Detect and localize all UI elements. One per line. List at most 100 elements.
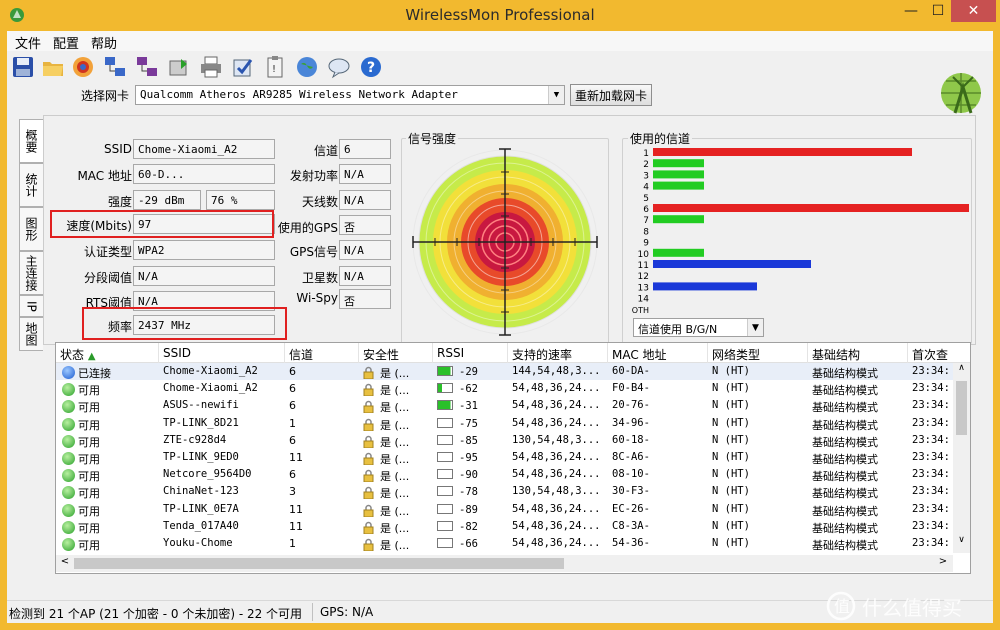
ap-ch-cell: 11 (289, 519, 303, 533)
lock-icon (363, 521, 374, 535)
ap-rssi-cell: -29 (433, 363, 508, 380)
close-button[interactable]: ✕ (951, 0, 996, 22)
horizontal-scroll-thumb[interactable] (74, 558, 564, 569)
ap-rssi-cell: -82 (433, 518, 508, 535)
ap-rssi-text: -95 (459, 452, 478, 464)
tab-statistics[interactable]: 统计 (19, 163, 43, 207)
record-icon[interactable] (71, 55, 97, 81)
ap-status-cell: 可用 (56, 483, 159, 500)
help-icon[interactable]: ? (359, 55, 385, 81)
menu-config[interactable]: 配置 (53, 33, 79, 52)
export-icon[interactable] (167, 55, 193, 81)
ap-row[interactable]: 可用 Chome-Xiaomi_A2 6 是 (... -62 54,48,36,24..… (56, 380, 953, 397)
ap-ssid-cell: Youku-Chome (163, 537, 233, 549)
ap-security-text: 是 (... (380, 539, 410, 552)
rssi-bar (437, 538, 453, 548)
ap-security-cell: 是 (... (359, 363, 433, 380)
col-channel[interactable]: 信道 (285, 343, 359, 363)
ap-security-text: 是 (... (380, 384, 410, 398)
maximize-button[interactable]: ☐ (925, 0, 951, 22)
clipboard-icon[interactable]: ! (263, 55, 289, 81)
chat-icon[interactable] (327, 55, 353, 81)
ap-row[interactable]: 可用 Netcore_9564D0 6 是 (... -90 54,48,36,24...… (56, 466, 953, 483)
tab-map[interactable]: 地图 (19, 317, 43, 351)
ap-infra-cell: 基础结构模式 (812, 539, 878, 552)
tab-summary[interactable]: 概要 (19, 119, 43, 163)
scroll-right-icon[interactable]: > (936, 556, 950, 571)
horizontal-scrollbar[interactable]: < > (56, 555, 953, 572)
menu-help[interactable]: 帮助 (91, 33, 117, 52)
ap-status-text: 可用 (78, 418, 100, 432)
channel-label-11: 11 (638, 261, 649, 271)
ap-list[interactable]: 状态 ▲ SSID 信道 安全性 RSSI 支持的速率 MAC 地址 网络类型 … (55, 342, 971, 574)
adapter-select[interactable]: Qualcomm Atheros AR9285 Wireless Network… (135, 85, 565, 105)
channels-title: 使用的信道 (628, 130, 693, 147)
vertical-scrollbar[interactable]: ∧ ∨ (953, 363, 970, 553)
ap-security-cell: 是 (... (359, 466, 433, 483)
ap-status-cell: 可用 (56, 535, 159, 552)
ap-security-text: 是 (... (380, 401, 410, 415)
channel-label-2: 2 (643, 160, 649, 170)
scroll-up-icon[interactable]: ∧ (956, 363, 967, 379)
title-bar[interactable]: WirelessMon Professional — ☐ ✕ (0, 0, 1000, 31)
col-security[interactable]: 安全性 (359, 343, 433, 363)
available-icon (62, 452, 75, 465)
ap-row[interactable]: 可用 Youku-Chome 1 是 (... -66 54,48,36,24... 54-… (56, 535, 953, 552)
print-icon[interactable] (199, 55, 225, 81)
ap-rssi-cell: -31 (433, 397, 508, 414)
tab-main-connection[interactable]: 主连接 (19, 251, 43, 295)
ap-infra-cell: 基础结构模式 (812, 470, 878, 484)
ap-row[interactable]: 可用 Tenda_017A40 11 是 (... -82 54,48,36,24... C… (56, 518, 953, 535)
ap-row[interactable]: 可用 TP-LINK_0E7A 11 是 (... -89 54,48,36,24... E… (56, 501, 953, 518)
col-status[interactable]: 状态 ▲ (56, 343, 159, 363)
scroll-down-icon[interactable]: ∨ (956, 535, 967, 551)
minimize-button[interactable]: — (897, 0, 925, 22)
save-icon[interactable] (11, 55, 37, 81)
svg-text:值: 值 (834, 597, 850, 616)
ap-ssid-cell: TP-LINK_8D21 (163, 416, 239, 429)
tab-graph[interactable]: 图形 (19, 207, 43, 251)
ap-infra-cell: 基础结构模式 (812, 453, 878, 466)
col-network-type[interactable]: 网络类型 (708, 343, 808, 363)
sort-asc-icon: ▲ (87, 351, 96, 362)
menu-file[interactable]: 文件 (15, 33, 41, 52)
ap-status-cell: 可用 (56, 518, 159, 535)
col-first-seen[interactable]: 首次查 (908, 343, 970, 363)
ap-row[interactable]: 已连接 Chome-Xiaomi_A2 6 是 (... -29 144,54,48,3.… (56, 363, 953, 380)
col-status-label: 状态 (60, 348, 85, 362)
ap-mac-cell: C8-3A- (612, 519, 650, 532)
tab-ip[interactable]: IP (19, 295, 43, 317)
network-config-icon[interactable] (135, 55, 161, 81)
ap-row[interactable]: 可用 ZTE-c928d4 6 是 (... -85 130,54,48,3... 60-1… (56, 432, 953, 449)
ap-row[interactable]: 可用 ChinaNet-123 3 是 (... -78 130,54,48,3... 30… (56, 483, 953, 500)
ap-rssi-cell: -95 (433, 449, 508, 466)
app-window: WirelessMon Professional — ☐ ✕ 文件 配置 帮助 … (0, 0, 1000, 630)
ap-row[interactable]: 可用 TP-LINK_8D21 1 是 (... -75 54,48,36,24... 34… (56, 415, 953, 432)
ap-row[interactable]: 可用 TP-LINK_9ED0 11 是 (... -95 54,48,36,24... 8… (56, 449, 953, 466)
scroll-left-icon[interactable]: < (58, 556, 72, 571)
ap-security-text: 是 (... (380, 504, 410, 518)
ap-status-cell: 可用 (56, 397, 159, 414)
reload-adapter-button[interactable]: 重新加载网卡 (570, 84, 652, 106)
col-rssi[interactable]: RSSI (433, 343, 508, 363)
vertical-scroll-thumb[interactable] (956, 381, 967, 435)
ap-row[interactable]: 可用 ASUS--newifi 6 是 (... -31 54,48,36,24... 20… (56, 397, 953, 414)
col-ssid[interactable]: SSID (159, 343, 285, 363)
col-infrastructure[interactable]: 基础结构 (808, 343, 908, 363)
ap-status-cell: 可用 (56, 449, 159, 466)
ap-ssid-cell: Chome-Xiaomi_A2 (163, 365, 258, 377)
network-icon[interactable] (103, 55, 129, 81)
channel-mode-select[interactable]: 信道使用 B/G/N ▼ (633, 318, 764, 337)
col-rates[interactable]: 支持的速率 (508, 343, 608, 363)
check-icon[interactable] (231, 55, 257, 81)
rssi-bar (437, 434, 453, 445)
ap-type-cell: N (HT) (712, 451, 750, 463)
col-mac[interactable]: MAC 地址 (608, 343, 708, 363)
ap-security-text: 是 (... (380, 487, 410, 501)
available-icon (62, 400, 75, 414)
antenna-label: 天线数 (301, 195, 338, 209)
watermark-icon: 值 (826, 591, 856, 621)
globe-icon[interactable] (295, 55, 321, 81)
wirelessmon-logo (937, 69, 987, 117)
open-folder-icon[interactable] (41, 55, 67, 81)
